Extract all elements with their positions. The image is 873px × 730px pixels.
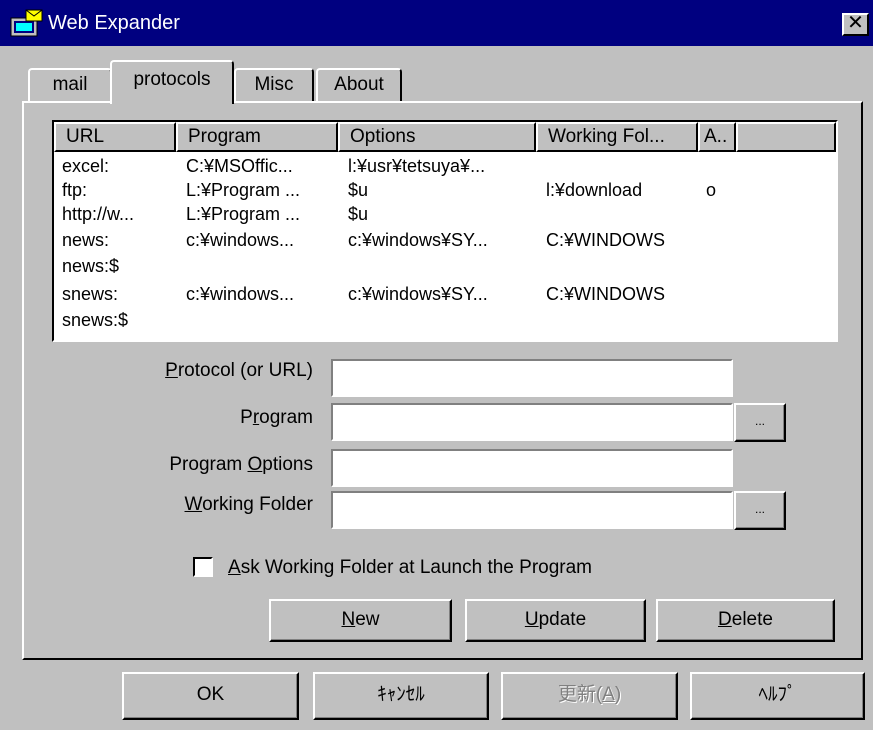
help-button[interactable]: ﾍﾙﾌﾟ: [690, 672, 865, 720]
column-header-ask[interactable]: A..: [698, 122, 736, 152]
new-button[interactable]: New: [269, 599, 452, 642]
column-header-filler: [736, 122, 836, 152]
ok-button[interactable]: OK: [122, 672, 299, 720]
column-header-program[interactable]: Program: [176, 122, 338, 152]
ask-working-folder-checkbox[interactable]: [193, 557, 213, 577]
browse-program-button[interactable]: ...: [734, 403, 786, 442]
ask-working-folder-label: Ask Working Folder at Launch the Program: [228, 557, 593, 578]
delete-button[interactable]: Delete: [656, 599, 835, 642]
protocol-list[interactable]: URL Program Options Working Fol... A.. e…: [52, 120, 838, 342]
program-options-input[interactable]: [331, 449, 733, 487]
protocol-input[interactable]: [331, 359, 733, 397]
apply-button[interactable]: 更新(A): [501, 672, 678, 720]
protocol-label: Protocol (or URL): [165, 360, 313, 381]
tab-protocols[interactable]: protocols: [110, 60, 234, 104]
tab-misc[interactable]: Misc: [234, 68, 314, 102]
close-icon: ✕: [847, 12, 864, 34]
window-title: Web Expander: [48, 12, 180, 34]
title-bar: Web Expander ✕: [0, 0, 873, 46]
column-header-url[interactable]: URL: [54, 122, 176, 152]
program-label: Program: [240, 407, 313, 428]
tab-mail[interactable]: mail: [28, 68, 112, 102]
tab-about[interactable]: About: [316, 68, 402, 102]
tab-label: About: [334, 74, 384, 95]
update-button[interactable]: Update: [465, 599, 646, 642]
app-icon: [10, 9, 43, 37]
cancel-button[interactable]: ｷｬﾝｾﾙ: [313, 672, 489, 720]
tab-label: Misc: [254, 74, 294, 95]
program-input[interactable]: [331, 403, 733, 441]
browse-folder-button[interactable]: ...: [734, 491, 786, 530]
close-button[interactable]: ✕: [842, 13, 869, 36]
tab-label: mail: [52, 74, 88, 95]
working-folder-label: Working Folder: [184, 494, 313, 515]
working-folder-input[interactable]: [331, 491, 733, 529]
options-label: Program Options: [169, 454, 313, 475]
column-header-options[interactable]: Options: [338, 122, 536, 152]
tab-label: protocols: [133, 69, 211, 90]
column-header-working-folder[interactable]: Working Fol...: [536, 122, 698, 152]
